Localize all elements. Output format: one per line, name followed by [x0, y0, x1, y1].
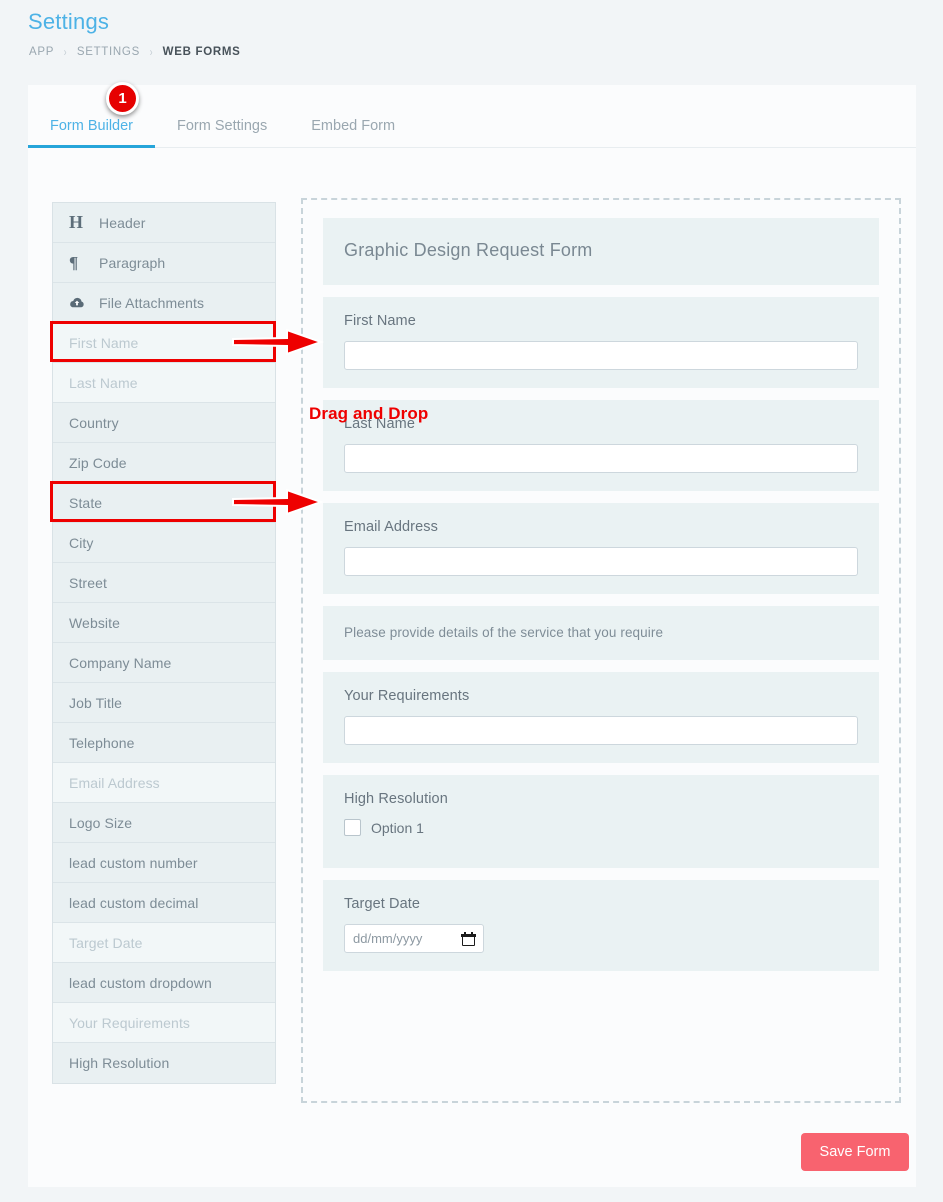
- step-badge-1: 1: [106, 82, 139, 115]
- palette-item-telephone[interactable]: Telephone: [53, 723, 275, 763]
- form-field-your-requirements[interactable]: Your Requirements: [323, 672, 879, 763]
- palette-item-job-title[interactable]: Job Title: [53, 683, 275, 723]
- palette-item-label: Paragraph: [99, 255, 165, 271]
- palette-item-city[interactable]: City: [53, 523, 275, 563]
- breadcrumb-item-app[interactable]: APP: [29, 46, 54, 58]
- tab-bar: Form Builder Form Settings Embed Form: [28, 104, 916, 148]
- palette-item-label: City: [69, 535, 94, 551]
- palette-item-label: lead custom dropdown: [69, 975, 212, 991]
- palette-item-website[interactable]: Website: [53, 603, 275, 643]
- heading-icon: H: [69, 212, 93, 233]
- palette-item-last-name[interactable]: Last Name: [53, 363, 275, 403]
- palette-item-label: First Name: [69, 335, 138, 351]
- form-drop-canvas[interactable]: Graphic Design Request Form First Name L…: [301, 198, 901, 1103]
- first-name-input[interactable]: [344, 341, 858, 370]
- palette-item-paragraph[interactable]: ¶ Paragraph: [53, 243, 275, 283]
- palette-item-zip-code[interactable]: Zip Code: [53, 443, 275, 483]
- breadcrumb-item-web-forms: WEB FORMS: [163, 46, 241, 58]
- annotation-drag-and-drop: Drag and Drop: [309, 404, 428, 424]
- form-title: Graphic Design Request Form: [344, 240, 858, 261]
- palette-item-label: Job Title: [69, 695, 122, 711]
- static-paragraph-text: Please provide details of the service th…: [344, 625, 858, 640]
- your-requirements-input[interactable]: [344, 716, 858, 745]
- palette-item-label: lead custom number: [69, 855, 198, 871]
- palette-item-label: Your Requirements: [69, 1015, 190, 1031]
- palette-item-your-requirements[interactable]: Your Requirements: [53, 1003, 275, 1043]
- palette-item-country[interactable]: Country: [53, 403, 275, 443]
- palette-item-label: Email Address: [69, 775, 160, 791]
- breadcrumb-separator-icon: ›: [150, 45, 153, 59]
- palette-item-company-name[interactable]: Company Name: [53, 643, 275, 683]
- field-label: Your Requirements: [344, 688, 858, 704]
- page-title: Settings: [28, 9, 109, 35]
- palette-item-lead-custom-number[interactable]: lead custom number: [53, 843, 275, 883]
- field-label: Email Address: [344, 519, 858, 535]
- palette-item-label: State: [69, 495, 102, 511]
- form-preview: Graphic Design Request Form First Name L…: [303, 200, 899, 1001]
- palette-item-label: Target Date: [69, 935, 142, 951]
- palette-item-label: Street: [69, 575, 107, 591]
- save-form-button[interactable]: Save Form: [801, 1133, 909, 1171]
- palette-item-logo-size[interactable]: Logo Size: [53, 803, 275, 843]
- settings-web-forms-page: Settings APP › SETTINGS › WEB FORMS Form…: [0, 0, 943, 1202]
- palette-item-lead-custom-dropdown[interactable]: lead custom dropdown: [53, 963, 275, 1003]
- palette-item-email-address[interactable]: Email Address: [53, 763, 275, 803]
- last-name-input[interactable]: [344, 444, 858, 473]
- palette-item-label: High Resolution: [69, 1055, 169, 1071]
- form-field-high-resolution[interactable]: High Resolution Option 1: [323, 775, 879, 868]
- form-field-email-address[interactable]: Email Address: [323, 503, 879, 594]
- tab-form-builder[interactable]: Form Builder: [28, 118, 155, 147]
- high-resolution-checkbox[interactable]: [344, 819, 361, 836]
- palette-item-label: Telephone: [69, 735, 135, 751]
- palette-item-label: lead custom decimal: [69, 895, 199, 911]
- tab-embed-form[interactable]: Embed Form: [289, 118, 417, 147]
- field-label: First Name: [344, 313, 858, 329]
- palette-item-file-attachments[interactable]: File Attachments: [53, 283, 275, 323]
- form-static-paragraph[interactable]: Please provide details of the service th…: [323, 606, 879, 660]
- pilcrow-icon: ¶: [69, 253, 93, 273]
- field-label: High Resolution: [344, 791, 858, 807]
- palette-item-label: Logo Size: [69, 815, 132, 831]
- calendar-icon[interactable]: [462, 932, 475, 946]
- palette-item-label: Country: [69, 415, 119, 431]
- palette-item-label: File Attachments: [99, 295, 204, 311]
- palette-item-label: Header: [99, 215, 146, 231]
- breadcrumb: APP › SETTINGS › WEB FORMS: [29, 45, 241, 59]
- breadcrumb-separator-icon: ›: [64, 45, 67, 59]
- palette-item-label: Zip Code: [69, 455, 127, 471]
- palette-item-lead-custom-decimal[interactable]: lead custom decimal: [53, 883, 275, 923]
- date-placeholder: dd/mm/yyyy: [353, 931, 422, 946]
- palette-item-label: Last Name: [69, 375, 138, 391]
- palette-item-label: Company Name: [69, 655, 171, 671]
- checkbox-option-label: Option 1: [371, 820, 424, 836]
- field-palette: H Header ¶ Paragraph File Attachments Fi…: [52, 202, 276, 1084]
- target-date-input[interactable]: dd/mm/yyyy: [344, 924, 484, 953]
- field-label: Target Date: [344, 896, 858, 912]
- form-field-first-name[interactable]: First Name: [323, 297, 879, 388]
- palette-item-high-resolution[interactable]: High Resolution: [53, 1043, 275, 1083]
- email-address-input[interactable]: [344, 547, 858, 576]
- form-title-block[interactable]: Graphic Design Request Form: [323, 218, 879, 285]
- breadcrumb-item-settings[interactable]: SETTINGS: [77, 46, 140, 58]
- palette-item-target-date[interactable]: Target Date: [53, 923, 275, 963]
- palette-item-first-name[interactable]: First Name: [53, 323, 275, 363]
- content-card: Form Builder Form Settings Embed Form H …: [28, 85, 916, 1187]
- cloud-upload-icon: [69, 297, 93, 309]
- form-field-target-date[interactable]: Target Date dd/mm/yyyy: [323, 880, 879, 971]
- tab-form-settings[interactable]: Form Settings: [155, 118, 289, 147]
- checkbox-row: Option 1: [344, 819, 858, 850]
- palette-item-header[interactable]: H Header: [53, 203, 275, 243]
- palette-item-street[interactable]: Street: [53, 563, 275, 603]
- palette-item-label: Website: [69, 615, 120, 631]
- palette-item-state[interactable]: State: [53, 483, 275, 523]
